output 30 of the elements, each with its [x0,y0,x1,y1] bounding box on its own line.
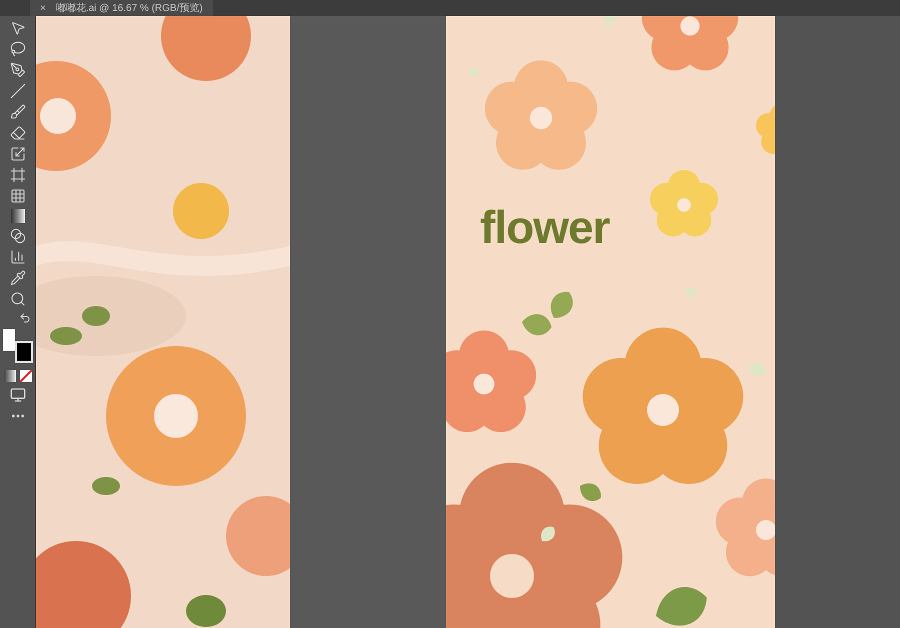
blend-tool-icon[interactable] [10,228,26,244]
brush-tool-icon[interactable] [10,104,26,120]
gradient-tool-icon[interactable] [10,209,24,223]
leaf-drawing [656,587,707,626]
search-icon[interactable] [10,291,26,307]
leaf-drawing [522,314,552,336]
eyedropper-tool-icon[interactable] [10,270,26,286]
selection-tool-icon[interactable] [10,20,26,36]
stroke-swatch[interactable] [14,341,32,363]
none-swatch-icon[interactable] [20,370,32,382]
gradient-swatch[interactable] [4,370,16,382]
screen-mode-icon[interactable] [10,387,26,403]
document-tab[interactable]: × 嘟嘟花.ai @ 16.67 % (RGB/预览) [30,0,213,16]
leaf-drawing [580,483,601,502]
frame-tool-icon[interactable] [10,167,26,183]
leaf-drawing [541,526,555,542]
leaf-drawing [604,16,616,26]
leaf-drawing [550,292,573,318]
chart-tool-icon[interactable] [10,249,26,265]
line-tool-icon[interactable] [10,83,26,99]
eraser-tool-icon[interactable] [10,125,26,141]
pen-tool-icon[interactable] [10,62,26,78]
close-button[interactable]: × [40,0,46,16]
fill-swatch[interactable] [2,329,14,351]
headline: flower [480,204,610,250]
lasso-tool-icon[interactable] [10,41,26,57]
scale-tool-icon[interactable] [10,146,26,162]
tab-title: 嘟嘟花.ai @ 16.67 % (RGB/预览) [56,2,203,16]
grid-tool-icon[interactable] [10,188,26,204]
flower-drawing [650,170,718,236]
